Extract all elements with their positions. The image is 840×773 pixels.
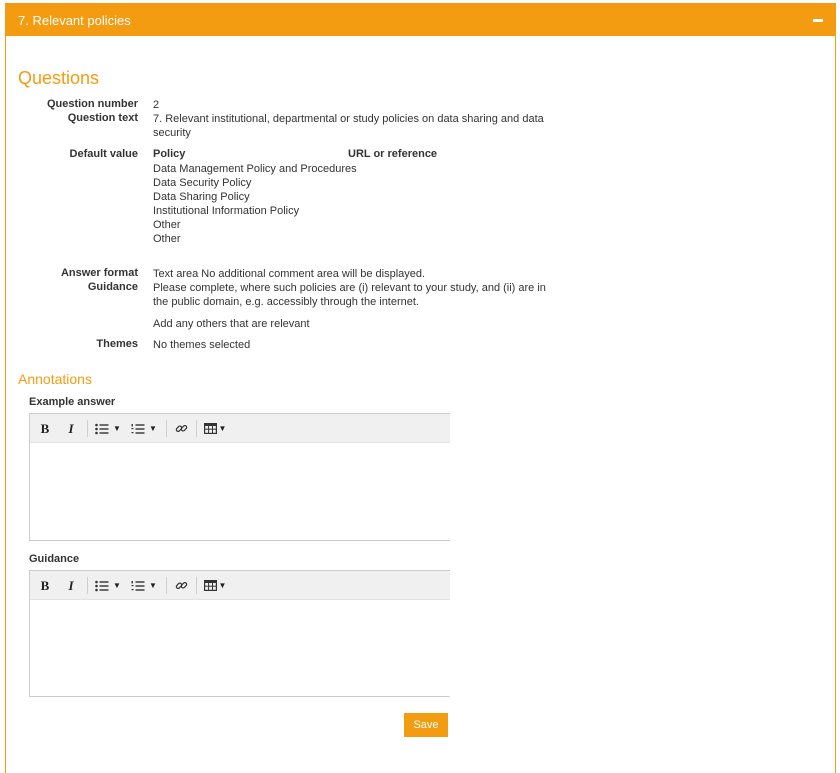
- bullet-list-button[interactable]: ▼: [92, 414, 124, 443]
- toolbar-separator: [166, 420, 167, 437]
- link-icon: [175, 581, 187, 590]
- toolbar-separator: [87, 420, 88, 437]
- guidance-editor: B I ▼ ▼ ▼: [29, 570, 450, 697]
- panel-header[interactable]: 7. Relevant policies: [6, 4, 835, 36]
- link-icon: [175, 424, 187, 433]
- section-panel: 7. Relevant policies Questions Question …: [5, 3, 836, 773]
- link-button[interactable]: [170, 414, 192, 443]
- link-button[interactable]: [170, 571, 192, 600]
- numbered-list-button[interactable]: ▼: [128, 414, 160, 443]
- example-answer-textarea[interactable]: [30, 443, 450, 540]
- chevron-down-icon: ▼: [113, 581, 121, 590]
- policy-item: Data Security Policy: [153, 177, 252, 189]
- table-icon: [203, 423, 217, 434]
- editor-toolbar: B I ▼ ▼ ▼: [30, 414, 450, 443]
- questions-heading: Questions: [18, 68, 100, 88]
- policy-item: Data Sharing Policy: [153, 191, 250, 203]
- bullet-list-button[interactable]: ▼: [92, 571, 124, 600]
- toolbar-separator: [87, 577, 88, 594]
- answer-format-label: Answer format: [60, 267, 138, 279]
- policy-item: Other: [153, 219, 181, 231]
- chevron-down-icon: ▼: [149, 424, 157, 433]
- toolbar-separator: [196, 420, 197, 437]
- chevron-down-icon: ▼: [149, 581, 157, 590]
- numbered-list-button[interactable]: ▼: [128, 571, 160, 600]
- themes-label: Themes: [96, 338, 138, 350]
- table-button[interactable]: ▼: [201, 414, 229, 443]
- panel-title: 7. Relevant policies: [18, 13, 131, 28]
- guidance-extra-text: Add any others that are relevant: [153, 318, 310, 330]
- italic-button[interactable]: I: [62, 571, 80, 600]
- numbered-list-icon: [131, 580, 145, 591]
- question-number-value: 2: [153, 99, 160, 111]
- default-value-label: Default value: [69, 148, 138, 160]
- policy-item: Data Management Policy and Procedures: [153, 163, 357, 175]
- annotations-heading: Annotations: [18, 371, 92, 387]
- policy-column-header: Policy: [153, 148, 186, 160]
- guidance-text: Please complete, where such policies are…: [153, 282, 546, 308]
- chevron-down-icon: ▼: [218, 424, 227, 433]
- bullet-list-icon: [95, 580, 109, 591]
- themes-value: No themes selected: [153, 339, 251, 351]
- question-text-label: Question text: [67, 112, 138, 124]
- url-column-header: URL or reference: [348, 148, 438, 160]
- policy-item: Other: [153, 233, 181, 245]
- toolbar-separator: [196, 577, 197, 594]
- italic-button[interactable]: I: [62, 414, 80, 443]
- save-button[interactable]: Save: [404, 713, 448, 737]
- chevron-down-icon: ▼: [113, 424, 121, 433]
- numbered-list-icon: [131, 423, 145, 434]
- bold-button[interactable]: B: [36, 414, 54, 443]
- guidance-label: Guidance: [87, 281, 138, 293]
- question-text-value: 7. Relevant institutional, departmental …: [153, 113, 544, 139]
- table-button[interactable]: ▼: [201, 571, 229, 600]
- policy-item: Institutional Information Policy: [153, 205, 300, 217]
- guidance-textarea[interactable]: [30, 600, 450, 696]
- example-answer-label: Example answer: [29, 396, 116, 408]
- bullet-list-icon: [95, 423, 109, 434]
- editor-toolbar: B I ▼ ▼ ▼: [30, 571, 450, 600]
- answer-format-value: Text area No additional comment area wil…: [153, 268, 426, 280]
- chevron-down-icon: ▼: [218, 581, 227, 590]
- question-number-label: Question number: [46, 98, 138, 110]
- collapse-icon[interactable]: [813, 19, 823, 22]
- bold-button[interactable]: B: [36, 571, 54, 600]
- guidance-editor-label: Guidance: [29, 553, 80, 565]
- toolbar-separator: [166, 577, 167, 594]
- example-answer-editor: B I ▼ ▼ ▼: [29, 413, 450, 541]
- table-icon: [203, 580, 217, 591]
